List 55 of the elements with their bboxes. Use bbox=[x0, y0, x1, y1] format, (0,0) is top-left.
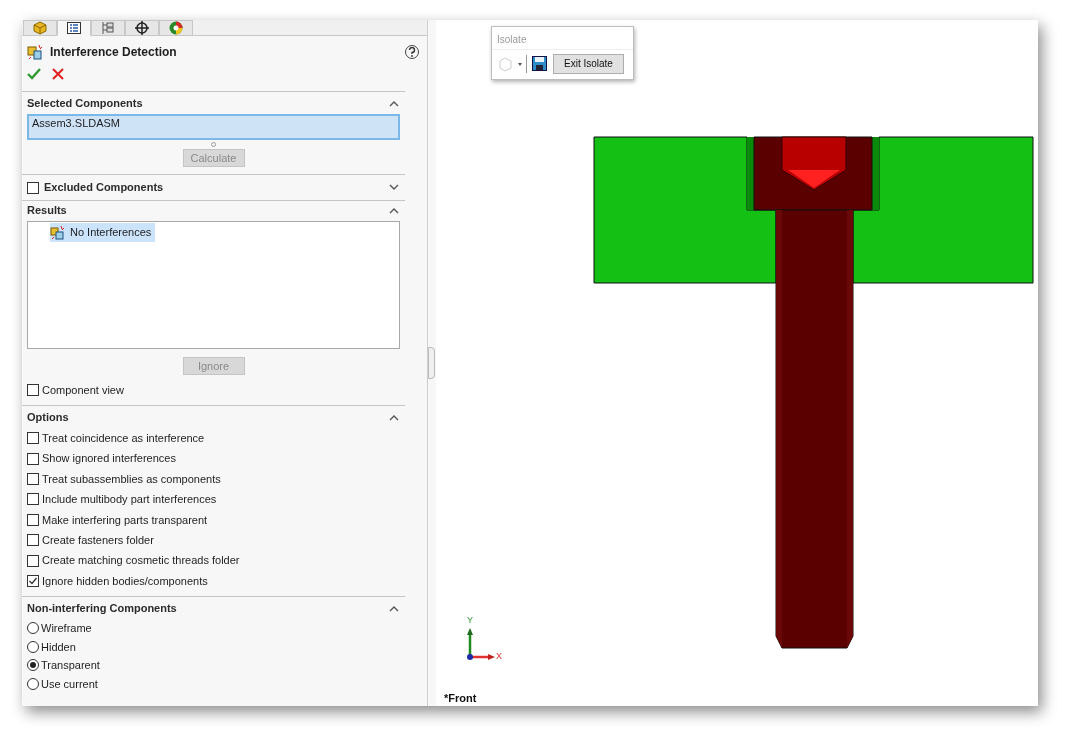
cancel-icon[interactable] bbox=[51, 67, 65, 81]
section-title: Options bbox=[27, 409, 69, 425]
selected-components-field[interactable]: Assem3.SLDASM bbox=[27, 114, 400, 140]
checkbox[interactable] bbox=[27, 384, 39, 396]
display-manager-tab[interactable] bbox=[159, 20, 193, 36]
checkbox[interactable] bbox=[27, 513, 39, 526]
checkbox-label: Ignore hidden bodies/components bbox=[42, 573, 208, 589]
checkbox[interactable] bbox=[27, 452, 39, 465]
radio-label: Wireframe bbox=[41, 621, 92, 637]
radio-label: Hidden bbox=[41, 639, 76, 655]
radio-button[interactable] bbox=[27, 659, 39, 672]
checked-checkbox[interactable] bbox=[27, 574, 39, 587]
cube-icon bbox=[32, 21, 48, 35]
axis-label: Y bbox=[467, 616, 473, 625]
radio-button[interactable] bbox=[27, 677, 39, 690]
property-manager-tab[interactable] bbox=[57, 20, 91, 36]
configuration-manager-tab[interactable] bbox=[91, 20, 125, 36]
checkbox[interactable] bbox=[27, 493, 39, 506]
checkbox[interactable] bbox=[27, 181, 39, 194]
checkbox-label: Component view bbox=[42, 382, 124, 398]
radio-button[interactable] bbox=[27, 622, 39, 635]
view-orientation-label: *Front bbox=[444, 691, 477, 706]
ok-check-icon[interactable] bbox=[27, 67, 41, 81]
checkbox[interactable] bbox=[27, 554, 39, 567]
section-title: Selected Components bbox=[27, 95, 143, 111]
checkbox-label: Make interfering parts transparent bbox=[42, 512, 208, 528]
axis-label: X bbox=[496, 652, 502, 661]
section-title: Non-interfering Components bbox=[27, 600, 177, 616]
result-item[interactable]: No Interferences bbox=[50, 223, 156, 242]
popup-title: Isolate bbox=[496, 33, 528, 47]
section-title: Excluded Components bbox=[44, 180, 165, 196]
list-icon bbox=[66, 21, 82, 35]
checkbox-label: Create fasteners folder bbox=[42, 532, 154, 548]
panel-splitter-handle[interactable] bbox=[428, 347, 435, 379]
radio-label: Use current bbox=[41, 676, 98, 692]
checkbox-label: Include multibody part interferences bbox=[42, 492, 217, 508]
radio-label: Transparent bbox=[41, 658, 100, 674]
checkbox-label: Create matching cosmetic threads folder bbox=[42, 553, 240, 569]
crosshair-icon bbox=[134, 21, 150, 35]
tree-icon bbox=[100, 21, 116, 35]
section-title: Results bbox=[27, 202, 67, 218]
checkbox-label: Treat coincidence as interference bbox=[42, 430, 205, 446]
checkbox-label: Treat subassemblies as components bbox=[42, 471, 221, 487]
radio-button[interactable] bbox=[27, 640, 39, 653]
checkbox[interactable] bbox=[27, 534, 39, 547]
dimxpert-tab[interactable] bbox=[125, 20, 159, 36]
interference-detection-icon bbox=[27, 43, 44, 61]
interference-icon bbox=[50, 224, 66, 241]
save-icon[interactable] bbox=[530, 54, 548, 73]
checkbox[interactable] bbox=[27, 472, 39, 485]
panel-title: Interference Detection bbox=[50, 44, 178, 61]
color-wheel-icon bbox=[168, 21, 184, 35]
checkbox-label: Show ignored interferences bbox=[42, 451, 176, 467]
exit-isolate-button[interactable]: Exit Isolate bbox=[553, 53, 624, 74]
checkbox[interactable] bbox=[27, 432, 39, 445]
